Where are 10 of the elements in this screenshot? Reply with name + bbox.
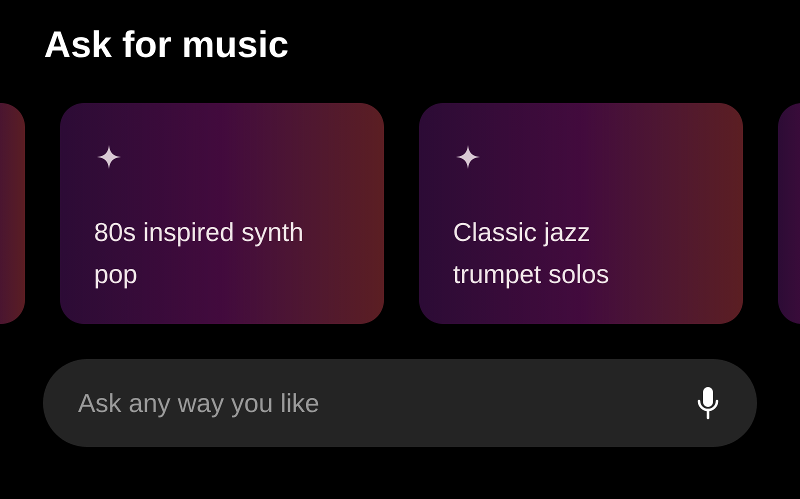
search-field[interactable]: Ask any way you like <box>78 384 697 422</box>
sparkle-icon <box>456 145 480 169</box>
suggestion-text: 80s inspired synth pop <box>94 216 305 291</box>
microphone-icon[interactable] <box>697 386 719 420</box>
section-heading: Ask for music <box>44 23 289 67</box>
sparkle-icon <box>97 145 121 169</box>
search-bar[interactable]: Ask any way you like <box>43 359 757 447</box>
suggestion-card[interactable]: Classic jazz trumpet solos <box>419 103 743 324</box>
suggestion-card[interactable]: 80s inspired synth pop <box>60 103 384 324</box>
suggestion-text: Classic jazz trumpet solos <box>453 216 610 291</box>
